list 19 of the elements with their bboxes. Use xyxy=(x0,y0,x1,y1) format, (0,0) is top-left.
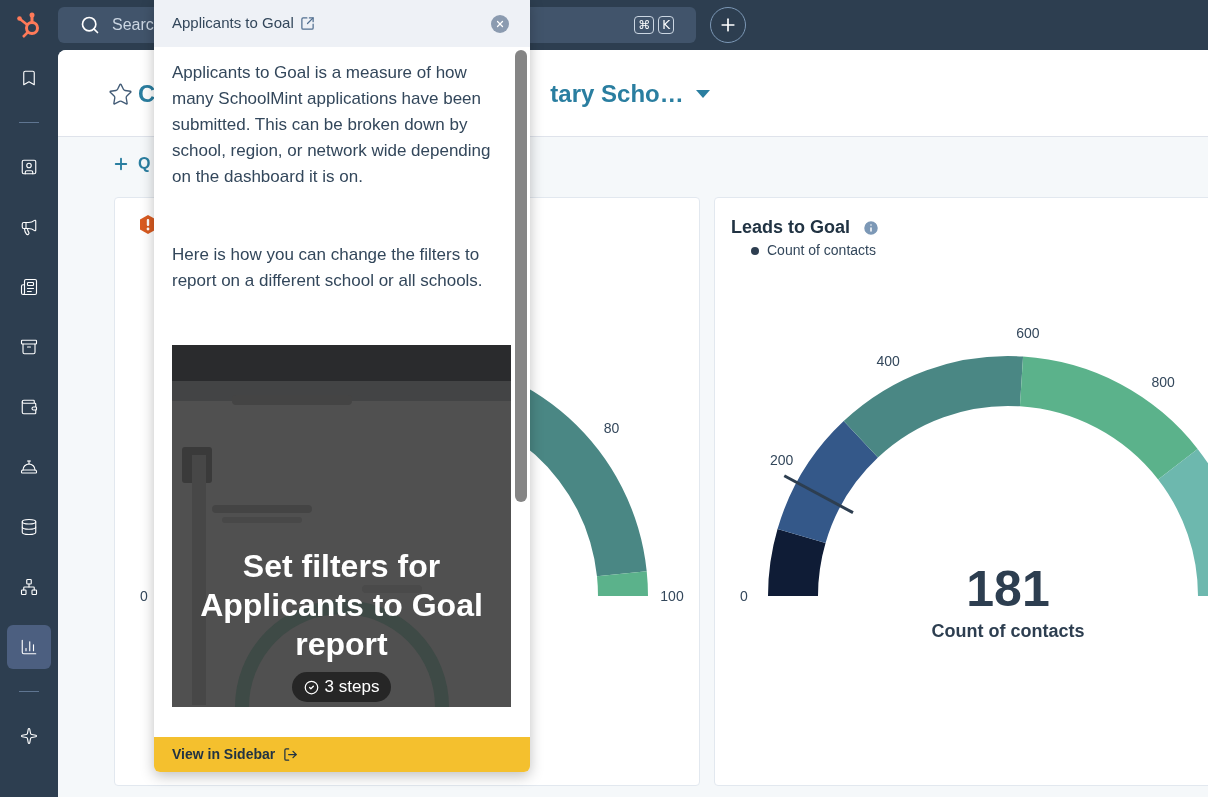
help-paragraph: Here is how you can change the filters to report on a different school or all schools. xyxy=(172,244,484,292)
video-title: Set filters for Applicants to Goal report xyxy=(199,547,484,664)
tick-label: 80 xyxy=(603,419,620,436)
tick-label: 0 xyxy=(140,588,148,604)
shortcut-key: ⌘ xyxy=(634,16,655,34)
tick-label: 200 xyxy=(769,452,794,469)
tick-label: 100 xyxy=(660,588,684,604)
gauge-value: 181 xyxy=(966,561,1050,617)
legend-label: Count of contacts xyxy=(767,241,876,260)
tick-label: 800 xyxy=(1151,374,1175,391)
help-paragraph: Applicants to Goal is a measure of how many SchoolMint applications have been submitted. This can be broken down by school, region, or network wide depending on the dashboard it is on. xyxy=(172,62,492,188)
tick-label: 600 xyxy=(1016,324,1040,341)
shortcut-key: K xyxy=(658,16,674,34)
card-title: Leads to Goal xyxy=(731,216,851,239)
tick-label: 400 xyxy=(876,352,900,369)
popover-title: Applicants to Goal xyxy=(172,13,294,34)
gauge-label: Count of contacts xyxy=(931,621,1085,641)
steps-badge: 3 steps xyxy=(291,672,392,702)
tick-label: 0 xyxy=(740,588,748,604)
